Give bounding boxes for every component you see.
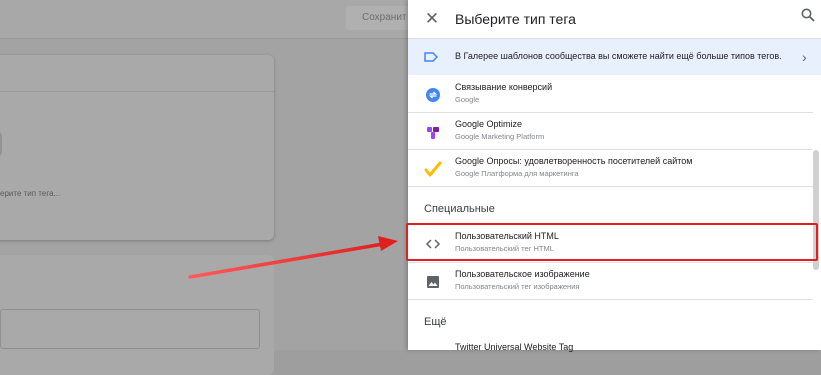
gallery-banner-text: В Галерее шаблонов сообщества вы сможете… — [455, 51, 782, 61]
tag-type-conversion-linker[interactable]: Связывание конверсий Google — [408, 78, 813, 114]
tag-icon — [424, 50, 439, 64]
conversion-linker-icon — [423, 85, 443, 105]
divider — [408, 149, 813, 150]
background-card-icon — [0, 129, 2, 159]
background-page: Сохранит ерите тип тега... — [0, 0, 416, 375]
community-gallery-banner[interactable]: В Галерее шаблонов сообщества вы сможете… — [408, 39, 821, 75]
item-title: Google Optimize — [455, 119, 523, 129]
google-optimize-icon — [423, 122, 443, 142]
tag-type-custom-image[interactable]: Пользовательское изображение Пользовател… — [408, 265, 813, 301]
item-subtitle: Google Marketing Platform — [455, 132, 545, 141]
item-title: Связывание конверсий — [455, 82, 553, 92]
search-icon[interactable] — [801, 8, 821, 28]
divider — [408, 299, 813, 300]
google-surveys-icon — [423, 159, 443, 179]
section-title-more: Ещё — [424, 316, 447, 328]
tag-type-google-surveys[interactable]: Google Опросы: удовлетворенность посетит… — [408, 152, 813, 188]
item-title: Google Опросы: удовлетворенность посетит… — [455, 156, 693, 166]
divider — [408, 112, 813, 113]
tag-type-twitter[interactable]: Twitter Universal Website Tag — [408, 338, 813, 374]
close-icon[interactable]: ✕ — [421, 8, 443, 30]
divider — [408, 186, 813, 187]
item-title: Пользовательское изображение — [455, 269, 590, 279]
image-icon — [423, 272, 443, 292]
highlight-box — [406, 223, 818, 261]
section-title-special: Специальные — [424, 203, 495, 215]
chevron-right-icon: › — [802, 49, 807, 65]
panel-header: ✕ Выберите тип тега — [408, 0, 821, 39]
divider — [408, 262, 813, 263]
panel-title: Выберите тип тега — [455, 11, 576, 27]
item-subtitle: Пользовательский тег изображения — [455, 282, 580, 291]
item-subtitle: Google Платформа для маркетинга — [455, 169, 579, 178]
background-input — [0, 309, 260, 349]
tag-type-google-optimize[interactable]: Google Optimize Google Marketing Platfor… — [408, 115, 813, 151]
item-subtitle: Google — [455, 95, 480, 104]
tag-type-panel: ✕ Выберите тип тега В Галерее шаблонов с… — [408, 0, 821, 352]
scrollbar[interactable] — [813, 70, 819, 350]
item-title: Twitter Universal Website Tag — [455, 342, 574, 352]
background-card-text: ерите тип тега... — [0, 189, 61, 198]
background-save-button: Сохранит — [346, 6, 416, 30]
background-tag-card: ерите тип тега... — [0, 55, 274, 240]
